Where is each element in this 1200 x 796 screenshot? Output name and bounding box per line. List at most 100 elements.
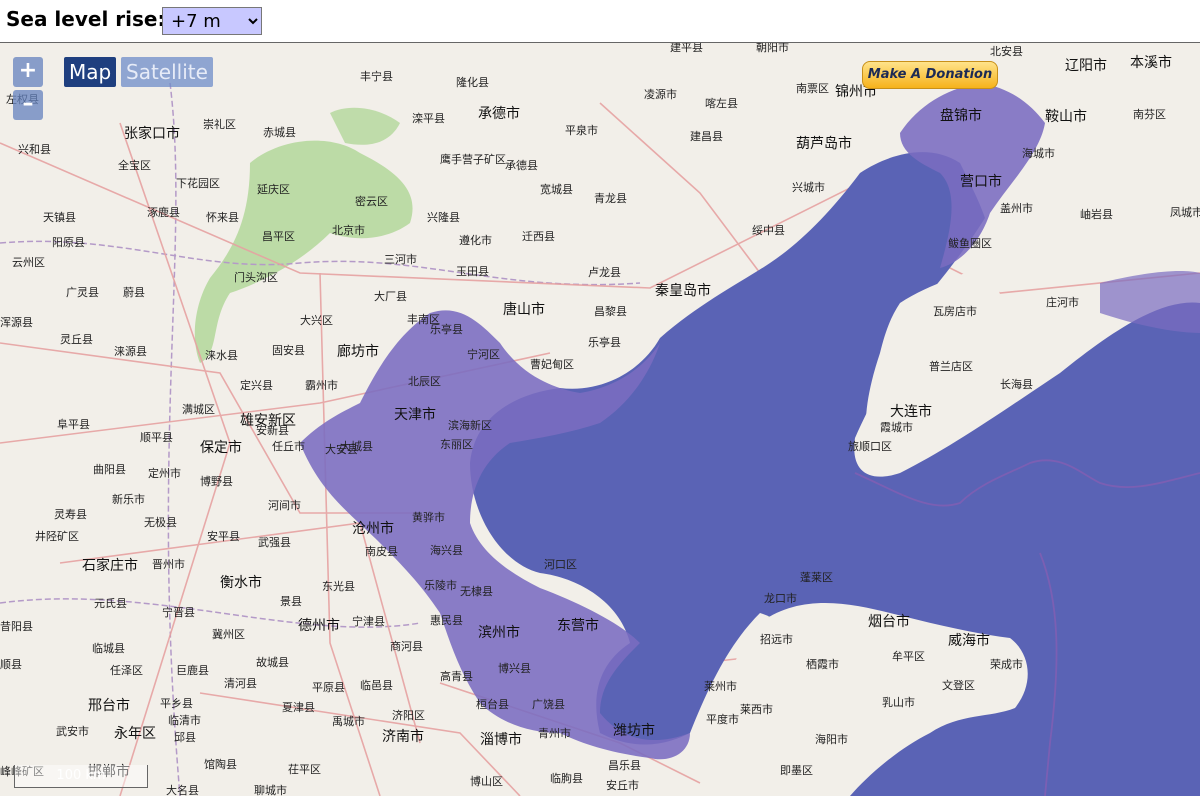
place-label: 定州市 — [148, 466, 181, 480]
zoom-out-button[interactable]: – — [13, 90, 43, 120]
place-label: 荣成市 — [990, 657, 1023, 671]
place-label: 灵丘县 — [60, 333, 93, 346]
map-type-satellite-button[interactable]: Satellite — [121, 57, 213, 87]
place-label: 昌黎县 — [594, 304, 627, 318]
place-label: 平原县 — [312, 681, 345, 694]
place-label: 大连市 — [890, 403, 932, 420]
top-bar: Sea level rise: +7 m — [0, 0, 1200, 42]
place-label: 昌乐县 — [608, 759, 641, 772]
place-label: 邱县 — [174, 731, 196, 744]
zoom-in-button[interactable]: + — [13, 57, 43, 87]
place-label: 广饶县 — [532, 698, 565, 711]
place-label: 张家口市 — [124, 125, 180, 142]
place-label: 霞城市 — [880, 420, 913, 434]
place-label: 承德县 — [505, 158, 538, 172]
place-label: 济南市 — [382, 728, 424, 745]
place-label: 顺平县 — [140, 431, 173, 444]
sea-level-select[interactable]: +7 m — [162, 7, 262, 35]
place-label: 庄河市 — [1046, 295, 1079, 309]
place-label: 淄博市 — [480, 731, 522, 748]
place-label: 即墨区 — [780, 764, 813, 777]
place-label: 普兰店区 — [929, 359, 973, 373]
place-label: 临朐县 — [550, 771, 583, 785]
place-label: 崇礼区 — [203, 117, 236, 131]
place-label: 北辰区 — [408, 375, 441, 388]
place-label: 浑源县 — [0, 315, 33, 329]
place-label: 东光县 — [322, 579, 355, 593]
place-label: 平泉市 — [565, 123, 598, 137]
place-label: 宁河区 — [467, 347, 500, 361]
place-label: 保定市 — [200, 439, 242, 456]
map-type-map-button[interactable]: Map — [64, 57, 117, 87]
place-label: 满城区 — [182, 403, 215, 416]
place-label: 商河县 — [390, 639, 423, 653]
place-label: 绥中县 — [752, 224, 785, 237]
place-label: 赤城县 — [263, 126, 296, 139]
place-label: 巨鹿县 — [176, 663, 209, 677]
map-view[interactable]: 建平县 朝阳市 北安县 辽阳市 本溪市 丰宁县 隆化县 凌源市 喀左县 南票区 … — [0, 42, 1200, 796]
place-label: 三河市 — [384, 252, 417, 266]
place-label: 景县 — [280, 595, 302, 608]
place-label: 遵化市 — [459, 233, 492, 247]
place-label: 全宝区 — [118, 158, 151, 172]
place-label: 玉田县 — [456, 265, 489, 278]
place-label: 河口区 — [544, 558, 577, 571]
place-label: 北安县 — [990, 44, 1023, 58]
place-label: 营口市 — [960, 173, 1002, 190]
place-label: 建昌县 — [690, 129, 723, 143]
map-canvas[interactable]: 建平县 朝阳市 北安县 辽阳市 本溪市 丰宁县 隆化县 凌源市 喀左县 南票区 … — [0, 43, 1200, 796]
place-label: 乐陵市 — [424, 578, 457, 592]
place-label: 昔阳县 — [0, 620, 33, 633]
place-label: 武安市 — [56, 724, 89, 738]
place-label: 威海市 — [948, 632, 990, 649]
place-label: 岫岩县 — [1080, 207, 1113, 221]
place-label: 兴城市 — [792, 180, 825, 194]
place-label: 延庆区 — [257, 182, 290, 196]
place-label: 乐亭县 — [588, 335, 621, 349]
place-label: 阜平县 — [57, 418, 90, 431]
place-label: 顺县 — [0, 658, 22, 671]
place-label: 兴隆县 — [427, 210, 460, 224]
place-label: 茌平区 — [288, 763, 321, 776]
place-label: 沧州市 — [352, 520, 394, 537]
place-label: 博野县 — [200, 475, 233, 488]
place-label: 故城县 — [256, 655, 289, 669]
place-label: 元氏县 — [94, 597, 127, 610]
place-label: 永年区 — [114, 726, 156, 742]
place-label: 武强县 — [258, 536, 291, 549]
place-label: 阳原县 — [52, 236, 85, 249]
scale-bar: 100 km — [14, 765, 148, 788]
place-label: 滦平县 — [412, 111, 445, 125]
place-label: 凤城市 — [1170, 205, 1200, 219]
place-label: 门头沟区 — [234, 270, 278, 284]
place-label: 卢龙县 — [588, 266, 621, 279]
place-label: 德州市 — [298, 617, 340, 634]
place-label: 葫芦岛市 — [796, 135, 852, 152]
place-label: 海兴县 — [430, 543, 463, 557]
place-label: 下花园区 — [176, 177, 220, 190]
place-label: 邢台市 — [88, 697, 130, 714]
donate-button[interactable]: Make A Donation — [862, 61, 998, 89]
place-label: 潍坊市 — [613, 722, 655, 739]
place-label: 鲅鱼圈区 — [948, 236, 992, 250]
place-label: 兴和县 — [18, 143, 51, 156]
place-label: 衡水市 — [220, 574, 262, 591]
place-label: 涞源县 — [114, 344, 147, 358]
place-label: 瓦房店市 — [933, 304, 977, 318]
place-label: 北京市 — [332, 223, 365, 237]
place-label: 长海县 — [1000, 377, 1033, 391]
place-label: 昌平区 — [262, 230, 295, 243]
place-label: 冀州区 — [212, 627, 245, 641]
place-label: 承德市 — [478, 105, 520, 122]
place-label: 高青县 — [440, 669, 473, 683]
place-label: 曲阳县 — [93, 463, 126, 476]
place-label: 安新县 — [256, 423, 289, 437]
sea-level-label: Sea level rise: — [6, 7, 166, 31]
place-label: 蔚县 — [123, 286, 145, 299]
place-label: 灵寿县 — [54, 507, 87, 521]
place-label: 丰宁县 — [360, 69, 393, 83]
place-label: 龙口市 — [764, 591, 797, 605]
place-label: 涿鹿县 — [147, 205, 180, 219]
place-label: 临城县 — [92, 641, 125, 655]
place-label: 定兴县 — [240, 378, 273, 392]
